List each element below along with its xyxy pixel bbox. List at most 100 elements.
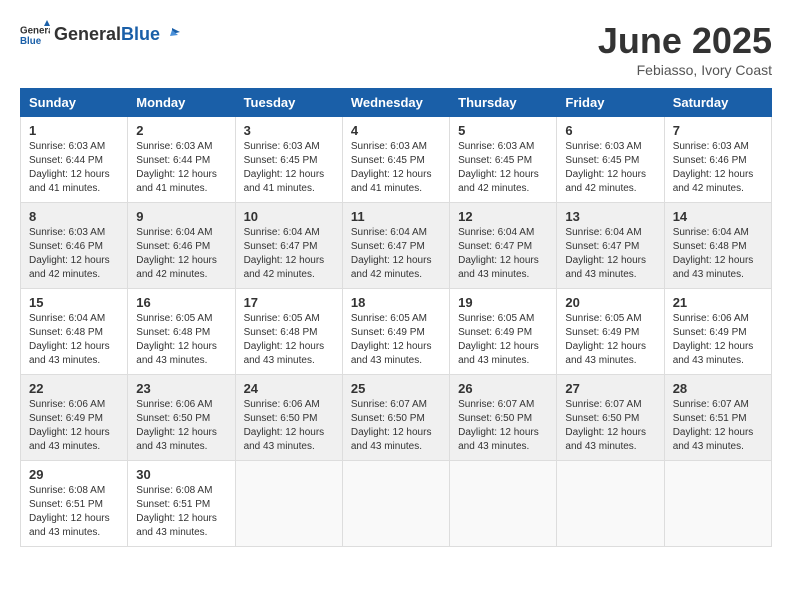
sunrise-label: Sunrise: 6:07 AM [673,399,749,410]
sunrise-label: Sunrise: 6:05 AM [136,313,212,324]
sunrise-label: Sunrise: 6:08 AM [136,485,212,496]
calendar-cell: 9 Sunrise: 6:04 AM Sunset: 6:46 PM Dayli… [128,203,235,289]
sunset-label: Sunset: 6:48 PM [29,327,103,338]
daylight-minutes: and 41 minutes. [136,183,207,194]
daylight-minutes: and 43 minutes. [29,527,100,538]
calendar-cell: 2 Sunrise: 6:03 AM Sunset: 6:44 PM Dayli… [128,117,235,203]
sunset-label: Sunset: 6:49 PM [351,327,425,338]
day-number: 18 [351,295,441,310]
sunrise-label: Sunrise: 6:07 AM [565,399,641,410]
day-number: 29 [29,467,119,482]
day-info: Sunrise: 6:03 AM Sunset: 6:46 PM Dayligh… [673,140,763,196]
calendar-header-monday: Monday [128,89,235,117]
daylight-minutes: and 42 minutes. [458,183,529,194]
daylight-minutes: and 43 minutes. [458,441,529,452]
day-info: Sunrise: 6:03 AM Sunset: 6:44 PM Dayligh… [136,140,226,196]
calendar-header-tuesday: Tuesday [235,89,342,117]
day-number: 28 [673,381,763,396]
sunset-label: Sunset: 6:45 PM [458,155,532,166]
day-info: Sunrise: 6:03 AM Sunset: 6:44 PM Dayligh… [29,140,119,196]
daylight-label: Daylight: 12 hours [351,255,432,266]
sunrise-label: Sunrise: 6:06 AM [244,399,320,410]
day-number: 10 [244,209,334,224]
day-info: Sunrise: 6:07 AM Sunset: 6:51 PM Dayligh… [673,398,763,454]
calendar-cell: 18 Sunrise: 6:05 AM Sunset: 6:49 PM Dayl… [342,289,449,375]
calendar-cell [235,461,342,547]
day-info: Sunrise: 6:05 AM Sunset: 6:48 PM Dayligh… [244,312,334,368]
sunrise-label: Sunrise: 6:04 AM [673,227,749,238]
daylight-label: Daylight: 12 hours [351,341,432,352]
daylight-minutes: and 43 minutes. [136,527,207,538]
day-info: Sunrise: 6:07 AM Sunset: 6:50 PM Dayligh… [458,398,548,454]
calendar-header-friday: Friday [557,89,664,117]
sunset-label: Sunset: 6:46 PM [136,241,210,252]
sunrise-label: Sunrise: 6:06 AM [29,399,105,410]
sunrise-label: Sunrise: 6:03 AM [565,141,641,152]
daylight-minutes: and 43 minutes. [351,355,422,366]
logo: General Blue GeneralBlue [20,20,180,50]
sunset-label: Sunset: 6:48 PM [136,327,210,338]
daylight-label: Daylight: 12 hours [565,255,646,266]
daylight-minutes: and 43 minutes. [29,355,100,366]
sunrise-label: Sunrise: 6:06 AM [673,313,749,324]
calendar-cell: 26 Sunrise: 6:07 AM Sunset: 6:50 PM Dayl… [450,375,557,461]
calendar-cell [450,461,557,547]
daylight-label: Daylight: 12 hours [136,427,217,438]
daylight-minutes: and 43 minutes. [244,441,315,452]
calendar-cell: 3 Sunrise: 6:03 AM Sunset: 6:45 PM Dayli… [235,117,342,203]
sunrise-label: Sunrise: 6:03 AM [351,141,427,152]
calendar-cell: 28 Sunrise: 6:07 AM Sunset: 6:51 PM Dayl… [664,375,771,461]
daylight-label: Daylight: 12 hours [29,169,110,180]
day-info: Sunrise: 6:07 AM Sunset: 6:50 PM Dayligh… [565,398,655,454]
daylight-label: Daylight: 12 hours [29,341,110,352]
daylight-minutes: and 42 minutes. [351,269,422,280]
daylight-minutes: and 43 minutes. [458,269,529,280]
day-number: 30 [136,467,226,482]
calendar-cell: 20 Sunrise: 6:05 AM Sunset: 6:49 PM Dayl… [557,289,664,375]
daylight-label: Daylight: 12 hours [673,169,754,180]
day-info: Sunrise: 6:05 AM Sunset: 6:49 PM Dayligh… [351,312,441,368]
sunrise-label: Sunrise: 6:04 AM [458,227,534,238]
page-title: June 2025 [598,20,772,62]
daylight-minutes: and 43 minutes. [673,441,744,452]
day-number: 21 [673,295,763,310]
day-info: Sunrise: 6:08 AM Sunset: 6:51 PM Dayligh… [29,484,119,540]
sunset-label: Sunset: 6:50 PM [136,413,210,424]
daylight-minutes: and 43 minutes. [673,269,744,280]
daylight-label: Daylight: 12 hours [458,255,539,266]
sunrise-label: Sunrise: 6:03 AM [136,141,212,152]
day-info: Sunrise: 6:03 AM Sunset: 6:45 PM Dayligh… [351,140,441,196]
sunset-label: Sunset: 6:47 PM [458,241,532,252]
day-number: 2 [136,123,226,138]
calendar-cell: 5 Sunrise: 6:03 AM Sunset: 6:45 PM Dayli… [450,117,557,203]
daylight-label: Daylight: 12 hours [136,255,217,266]
daylight-label: Daylight: 12 hours [351,427,432,438]
sunset-label: Sunset: 6:47 PM [244,241,318,252]
sunrise-label: Sunrise: 6:03 AM [673,141,749,152]
sunset-label: Sunset: 6:44 PM [136,155,210,166]
day-info: Sunrise: 6:04 AM Sunset: 6:48 PM Dayligh… [29,312,119,368]
day-number: 6 [565,123,655,138]
day-number: 9 [136,209,226,224]
calendar-cell: 11 Sunrise: 6:04 AM Sunset: 6:47 PM Dayl… [342,203,449,289]
daylight-label: Daylight: 12 hours [136,341,217,352]
daylight-minutes: and 43 minutes. [458,355,529,366]
sunset-label: Sunset: 6:49 PM [458,327,532,338]
sunrise-label: Sunrise: 6:05 AM [458,313,534,324]
daylight-minutes: and 42 minutes. [244,269,315,280]
sunrise-label: Sunrise: 6:04 AM [244,227,320,238]
daylight-minutes: and 43 minutes. [136,355,207,366]
calendar-week-row: 1 Sunrise: 6:03 AM Sunset: 6:44 PM Dayli… [21,117,772,203]
day-number: 14 [673,209,763,224]
calendar-cell: 13 Sunrise: 6:04 AM Sunset: 6:47 PM Dayl… [557,203,664,289]
calendar-cell [342,461,449,547]
daylight-label: Daylight: 12 hours [673,255,754,266]
day-info: Sunrise: 6:04 AM Sunset: 6:47 PM Dayligh… [244,226,334,282]
day-number: 1 [29,123,119,138]
day-info: Sunrise: 6:03 AM Sunset: 6:45 PM Dayligh… [458,140,548,196]
sunrise-label: Sunrise: 6:05 AM [351,313,427,324]
daylight-minutes: and 43 minutes. [565,441,636,452]
calendar-cell: 17 Sunrise: 6:05 AM Sunset: 6:48 PM Dayl… [235,289,342,375]
day-info: Sunrise: 6:06 AM Sunset: 6:49 PM Dayligh… [673,312,763,368]
calendar-cell: 23 Sunrise: 6:06 AM Sunset: 6:50 PM Dayl… [128,375,235,461]
